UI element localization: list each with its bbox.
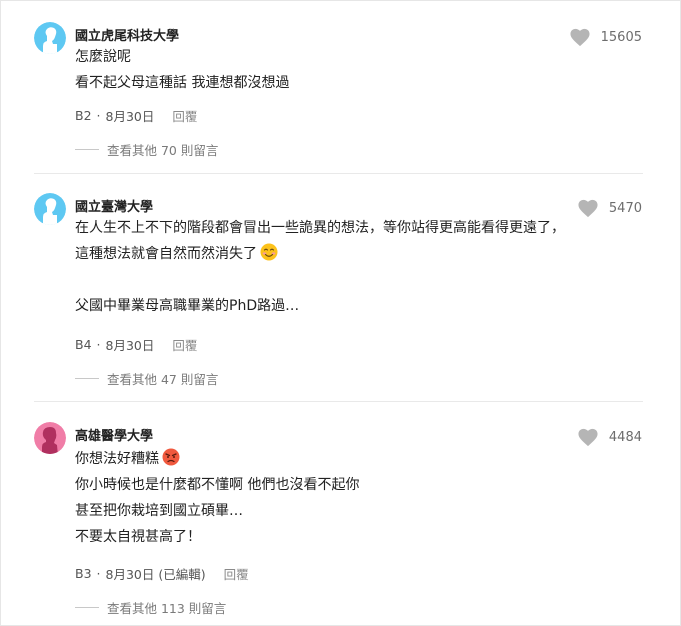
- author-name[interactable]: 國立虎尾科技大學: [75, 25, 179, 44]
- angry-face-emoji: [162, 448, 180, 466]
- comment-line: 這種想法就會自然而然消失了: [75, 241, 645, 267]
- view-more-label: 查看其他 113 則留言: [107, 601, 227, 616]
- comment-divider: [34, 173, 643, 174]
- comment-body: 你想法好糟糕 你小時候也是什麼都不懂啊 他們也沒看不起你 甚至把你栽培到國立碩畢…: [75, 446, 645, 550]
- comment-meta: B2 · 8月30日 回覆: [75, 106, 197, 125]
- like-count: 15605: [600, 29, 642, 45]
- meta-separator: ·: [96, 566, 101, 581]
- comment-body: 在人生不上不下的階段都會冒出一些詭異的想法，等你站得更高能看得更遠了， 這種想法…: [75, 215, 645, 319]
- comment-meta: B3 · 8月30日 (已編輯) 回覆: [75, 564, 249, 583]
- floor-number: B4: [75, 337, 92, 352]
- view-more-dash: [75, 378, 99, 379]
- comment-body: 怎麼說呢 看不起父母這種話 我連想都沒想過: [75, 44, 645, 96]
- author-name[interactable]: 高雄醫學大學: [75, 425, 153, 444]
- heart-icon[interactable]: [577, 427, 599, 447]
- floor-number: B2: [75, 108, 92, 123]
- comment-date: 8月30日: [105, 338, 155, 353]
- avatar[interactable]: [34, 422, 66, 454]
- reply-button[interactable]: 回覆: [172, 335, 197, 354]
- view-more-dash: [75, 149, 99, 150]
- comment-date: 8月30日 (已編輯): [105, 567, 206, 582]
- comment-meta: B4 · 8月30日 回覆: [75, 335, 197, 354]
- view-more-replies[interactable]: 查看其他 47 則留言: [75, 369, 218, 388]
- avatar[interactable]: [34, 22, 66, 54]
- comment-date: 8月30日: [105, 109, 155, 124]
- comment-line: 你小時候也是什麼都不懂啊 他們也沒看不起你: [75, 477, 360, 493]
- view-more-dash: [75, 607, 99, 608]
- comment-line: 怎麼說呢: [75, 49, 131, 65]
- male-avatar-icon: [34, 22, 66, 54]
- view-more-label: 查看其他 70 則留言: [107, 143, 219, 158]
- comment-line-text: 這種想法就會自然而然消失了: [75, 246, 257, 262]
- comment-line: 在人生不上不下的階段都會冒出一些詭異的想法，等你站得更高能看得更遠了，: [75, 220, 565, 236]
- floor-number: B3: [75, 566, 92, 581]
- avatar[interactable]: [34, 193, 66, 225]
- like-count: 4484: [608, 429, 642, 445]
- meta-separator: ·: [96, 108, 101, 123]
- like-count: 5470: [608, 200, 642, 216]
- comment-line: 看不起父母這種話 我連想都沒想過: [75, 75, 290, 91]
- reply-button[interactable]: 回覆: [224, 564, 249, 583]
- comment-line: 甚至把你栽培到國立碩畢…: [75, 503, 243, 519]
- male-avatar-icon: [34, 193, 66, 225]
- comment-line-blank: [75, 267, 645, 293]
- like-group: 4484: [577, 427, 642, 447]
- view-more-replies[interactable]: 查看其他 70 則留言: [75, 140, 218, 159]
- view-more-replies[interactable]: 查看其他 113 則留言: [75, 598, 226, 617]
- comment-line: 你想法好糟糕: [75, 446, 645, 472]
- comment-divider: [34, 401, 643, 402]
- comment-line-text: 你想法好糟糕: [75, 451, 159, 467]
- smiling-face-emoji: [260, 243, 278, 261]
- female-avatar-icon: [34, 422, 66, 454]
- comment-line: 父國中畢業母高職畢業的PhD路過…: [75, 298, 300, 314]
- author-name[interactable]: 國立臺灣大學: [75, 196, 153, 215]
- meta-separator: ·: [96, 337, 101, 352]
- reply-button[interactable]: 回覆: [172, 106, 197, 125]
- view-more-label: 查看其他 47 則留言: [107, 372, 219, 387]
- comment-line: 不要太自視甚高了！: [75, 529, 201, 545]
